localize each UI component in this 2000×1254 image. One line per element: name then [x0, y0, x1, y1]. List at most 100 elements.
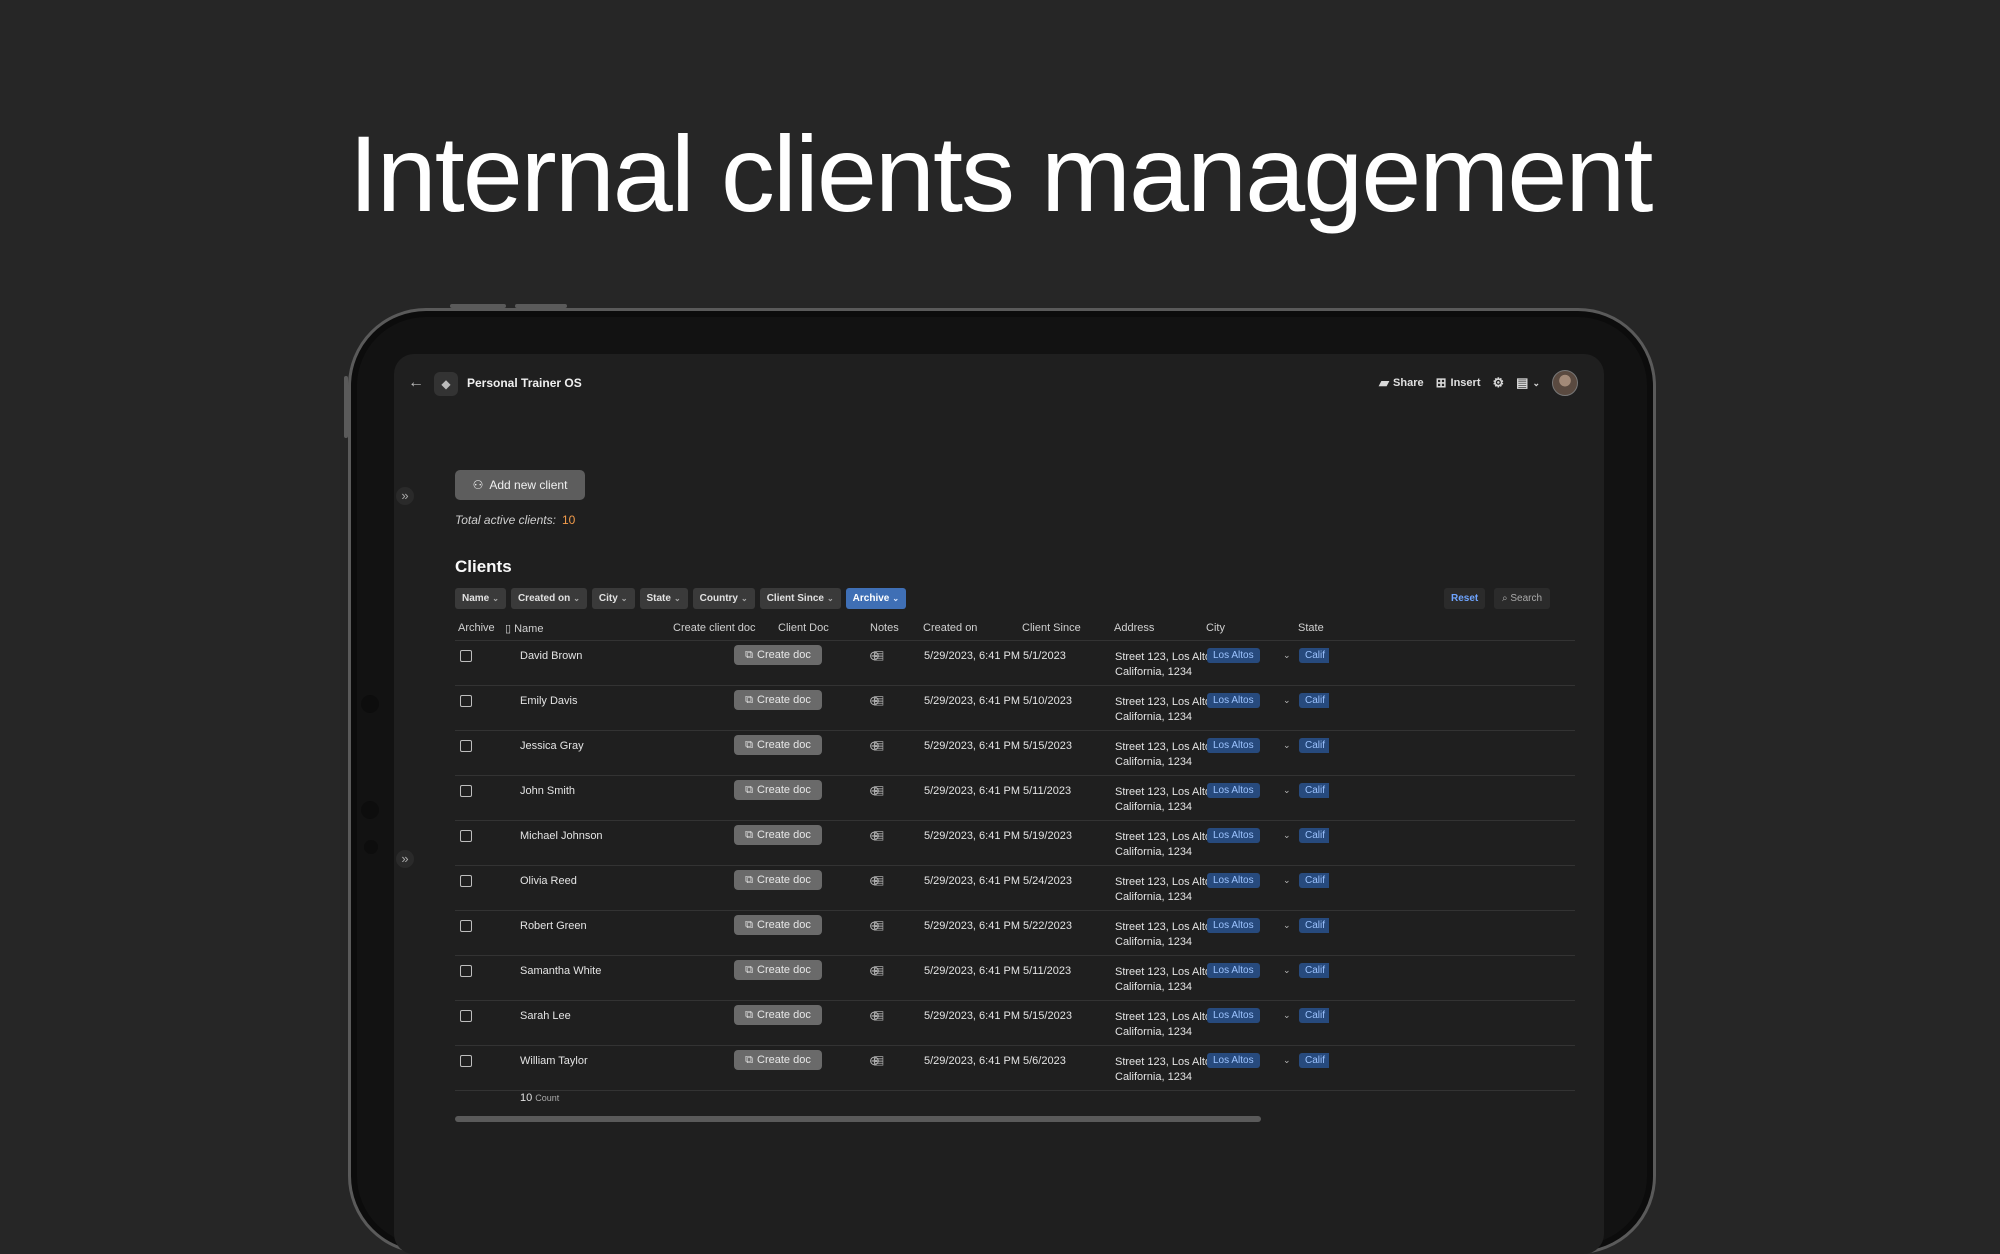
chevron-down-icon[interactable]: ⌄ — [1283, 650, 1291, 661]
table-row[interactable]: Michael Johnson ⧉ Create doc ⊕ ▤ 5/29/2023, 6… — [455, 821, 1575, 866]
note-icon[interactable]: ▤ — [873, 918, 884, 932]
city-tag[interactable]: Los Altos — [1207, 918, 1260, 933]
column-header[interactable]: Created on — [923, 622, 977, 634]
archive-checkbox[interactable] — [460, 965, 472, 977]
filter-chip[interactable]: State ⌄ — [639, 588, 688, 609]
search-button[interactable]: ⌕ Search — [1494, 588, 1551, 609]
city-tag[interactable]: Los Altos — [1207, 828, 1260, 843]
filter-chip[interactable]: Archive ⌄ — [845, 588, 907, 609]
table-row[interactable]: Sarah Lee ⧉ Create doc ⊕ ▤ 5/29/2023, 6:41 PM… — [455, 1001, 1575, 1046]
state-tag[interactable]: Calif — [1299, 918, 1329, 933]
city-tag[interactable]: Los Altos — [1207, 783, 1260, 798]
table-row[interactable]: William Taylor ⧉ Create doc ⊕ ▤ 5/29/2023, 6:… — [455, 1046, 1575, 1091]
archive-checkbox[interactable] — [460, 920, 472, 932]
chevron-down-icon[interactable]: ⌄ — [1283, 965, 1291, 976]
state-tag[interactable]: Calif — [1299, 693, 1329, 708]
archive-checkbox[interactable] — [460, 875, 472, 887]
archive-checkbox[interactable] — [460, 650, 472, 662]
note-icon[interactable]: ▤ — [873, 1053, 884, 1067]
note-icon[interactable]: ▤ — [873, 693, 884, 707]
state-tag[interactable]: Calif — [1299, 1053, 1329, 1068]
horizontal-scrollbar[interactable] — [455, 1116, 1261, 1122]
note-icon[interactable]: ▤ — [873, 873, 884, 887]
share-button[interactable]: ▰ Share — [1379, 375, 1424, 391]
filter-chip[interactable]: Name ⌄ — [455, 588, 506, 609]
create-doc-button[interactable]: ⧉ Create doc — [734, 1005, 822, 1025]
create-doc-button[interactable]: ⧉ Create doc — [734, 645, 822, 665]
table-row[interactable]: David Brown ⧉ Create doc ⊕ ▤ 5/29/2023, 6:41 … — [455, 641, 1575, 686]
arrow-left-icon[interactable]: ← — [408, 374, 424, 392]
create-doc-button[interactable]: ⧉ Create doc — [734, 780, 822, 800]
note-icon[interactable]: ▤ — [873, 1008, 884, 1022]
table-row[interactable]: Robert Green ⧉ Create doc ⊕ ▤ 5/29/2023, 6:41… — [455, 911, 1575, 956]
create-doc-button[interactable]: ⧉ Create doc — [734, 960, 822, 980]
column-header[interactable]: Create client doc — [673, 622, 756, 634]
add-new-client-button[interactable]: ⚇ Add new client — [455, 470, 585, 500]
city-tag[interactable]: Los Altos — [1207, 1008, 1260, 1023]
create-doc-button[interactable]: ⧉ Create doc — [734, 870, 822, 890]
chevron-down-icon[interactable]: ⌄ — [1283, 920, 1291, 931]
folder-icon: ▰ — [1379, 375, 1390, 390]
avatar[interactable] — [1552, 370, 1578, 396]
comments-menu[interactable]: ▤ ⌄ — [1516, 375, 1540, 391]
chevron-down-icon[interactable]: ⌄ — [1283, 875, 1291, 886]
state-tag[interactable]: Calif — [1299, 963, 1329, 978]
state-tag[interactable]: Calif — [1299, 873, 1329, 888]
state-tag[interactable]: Calif — [1299, 828, 1329, 843]
state-tag[interactable]: Calif — [1299, 1008, 1329, 1023]
city-tag[interactable]: Los Altos — [1207, 873, 1260, 888]
sidebar-expand-icon[interactable]: » — [396, 850, 414, 868]
table-row[interactable]: Samantha White ⧉ Create doc ⊕ ▤ 5/29/2023, 6:… — [455, 956, 1575, 1001]
sidebar-expand-icon[interactable]: » — [396, 487, 414, 505]
archive-checkbox[interactable] — [460, 740, 472, 752]
city-tag[interactable]: Los Altos — [1207, 1053, 1260, 1068]
archive-checkbox[interactable] — [460, 695, 472, 707]
column-header[interactable]: Archive — [458, 622, 495, 634]
column-header[interactable]: State — [1298, 622, 1324, 634]
city-tag[interactable]: Los Altos — [1207, 963, 1260, 978]
column-header[interactable]: Notes — [870, 622, 899, 634]
city-tag[interactable]: Los Altos — [1207, 738, 1260, 753]
note-icon[interactable]: ▤ — [873, 828, 884, 842]
archive-checkbox[interactable] — [460, 1055, 472, 1067]
chevron-down-icon[interactable]: ⌄ — [1283, 785, 1291, 796]
table-row[interactable]: Jessica Gray ⧉ Create doc ⊕ ▤ 5/29/2023, 6:41… — [455, 731, 1575, 776]
archive-checkbox[interactable] — [460, 830, 472, 842]
state-tag[interactable]: Calif — [1299, 648, 1329, 663]
note-icon[interactable]: ▤ — [873, 648, 884, 662]
state-tag[interactable]: Calif — [1299, 738, 1329, 753]
filter-chip[interactable]: Client Since ⌄ — [759, 588, 841, 609]
column-header[interactable]: ▯ Name — [505, 622, 543, 635]
table-row[interactable]: Olivia Reed ⧉ Create doc ⊕ ▤ 5/29/2023, 6:41 … — [455, 866, 1575, 911]
table-row[interactable]: John Smith ⧉ Create doc ⊕ ▤ 5/29/2023, 6:41 P… — [455, 776, 1575, 821]
column-header[interactable]: Address — [1114, 622, 1154, 634]
chevron-down-icon[interactable]: ⌄ — [1283, 1010, 1291, 1021]
table-row[interactable]: Emily Davis ⧉ Create doc ⊕ ▤ 5/29/2023, 6:41 … — [455, 686, 1575, 731]
chevron-down-icon[interactable]: ⌄ — [1283, 830, 1291, 841]
note-icon[interactable]: ▤ — [873, 738, 884, 752]
chevron-down-icon[interactable]: ⌄ — [1283, 1055, 1291, 1066]
filter-chip[interactable]: City ⌄ — [591, 588, 635, 609]
chevron-down-icon[interactable]: ⌄ — [1283, 695, 1291, 706]
insert-button[interactable]: ⊞ Insert — [1436, 375, 1481, 391]
state-tag[interactable]: Calif — [1299, 783, 1329, 798]
create-doc-button[interactable]: ⧉ Create doc — [734, 1050, 822, 1070]
archive-checkbox[interactable] — [460, 785, 472, 797]
column-header[interactable]: City — [1206, 622, 1225, 634]
column-header[interactable]: Client Doc — [778, 622, 829, 634]
create-doc-button[interactable]: ⧉ Create doc — [734, 690, 822, 710]
note-icon[interactable]: ▤ — [873, 783, 884, 797]
filter-chip[interactable]: Created on ⌄ — [510, 588, 587, 609]
create-doc-button[interactable]: ⧉ Create doc — [734, 915, 822, 935]
archive-checkbox[interactable] — [460, 1010, 472, 1022]
column-header[interactable]: Client Since — [1022, 622, 1081, 634]
create-doc-button[interactable]: ⧉ Create doc — [734, 735, 822, 755]
filter-chip[interactable]: Country ⌄ — [692, 588, 755, 609]
create-doc-button[interactable]: ⧉ Create doc — [734, 825, 822, 845]
note-icon[interactable]: ▤ — [873, 963, 884, 977]
gear-icon[interactable]: ⚙ — [1493, 375, 1505, 391]
reset-button[interactable]: Reset — [1444, 588, 1486, 609]
city-tag[interactable]: Los Altos — [1207, 693, 1260, 708]
chevron-down-icon[interactable]: ⌄ — [1283, 740, 1291, 751]
city-tag[interactable]: Los Altos — [1207, 648, 1260, 663]
